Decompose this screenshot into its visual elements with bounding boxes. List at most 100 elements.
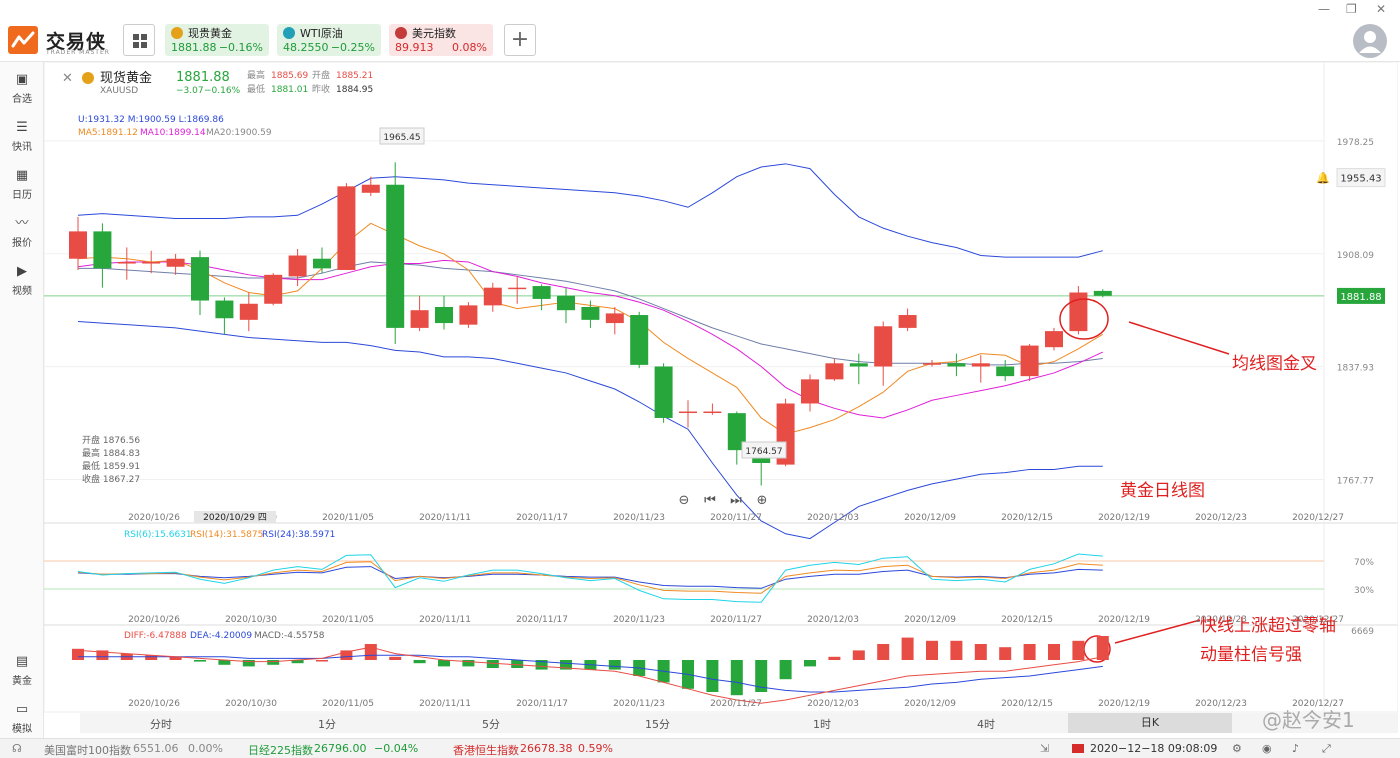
- ticker-name[interactable]: 美国富时100指数: [44, 742, 131, 758]
- macd-histogram-bar: [974, 644, 987, 660]
- candle-body: [435, 306, 453, 324]
- bookmark-icon: ▣: [15, 72, 29, 87]
- sidebar-item-label: 合选: [12, 94, 32, 105]
- macd-histogram-bar: [1023, 644, 1036, 660]
- symbol-code: XAUUSD: [100, 86, 138, 96]
- layout-grid-button[interactable]: [123, 24, 155, 56]
- macd-histogram-bar: [1072, 640, 1085, 660]
- date-tick-label: 2020/12/03: [807, 699, 859, 709]
- low-label: 最低: [247, 83, 265, 95]
- speaker-icon[interactable]: ♪: [1292, 742, 1299, 755]
- candle-body: [142, 261, 161, 264]
- tab-timeframe-daily[interactable]: 日K: [1068, 713, 1232, 733]
- price-tick-label: 1908.09: [1337, 251, 1374, 261]
- ticker-price: 1881.88: [171, 41, 217, 54]
- macd-histogram-bar: [877, 644, 890, 660]
- date-tick-label: 2020/12/23: [1195, 513, 1247, 523]
- app-logo-icon[interactable]: [8, 26, 38, 54]
- trend-icon: 〰: [15, 216, 29, 231]
- date-tick-label: 2020/11/11: [419, 513, 471, 523]
- top-bar: 交易侠 TRADER MASTER 现贵黄金 1881.88 −0.16% WTI原油…: [0, 0, 1400, 62]
- kline-chart[interactable]: 1978.25 1908.09 1837.93 1767.77 1881.88 1955.…: [43, 61, 1399, 738]
- ticker-card[interactable]: WTI原油 48.2550 −0.25%: [277, 24, 381, 56]
- china-flag-icon: [1072, 744, 1084, 753]
- price-tick-label: 1767.77: [1337, 476, 1374, 486]
- candle-body: [264, 274, 283, 304]
- candle-body: [849, 363, 868, 367]
- close-window-button[interactable]: ✕: [1376, 2, 1386, 16]
- current-price-label: 1881.88: [1340, 292, 1381, 303]
- candle-body: [361, 184, 380, 193]
- sidebar-item-video[interactable]: ▶ 视频: [0, 264, 44, 297]
- sidebar-item-calendar[interactable]: ▦ 日历: [0, 168, 44, 201]
- symbol-name: 现货黄金: [100, 70, 152, 86]
- macd-histogram-bar: [779, 660, 792, 680]
- forward-icon[interactable]: ⏭: [730, 493, 742, 508]
- macd-histogram-bar: [852, 650, 865, 660]
- minimize-button[interactable]: —: [1318, 2, 1330, 16]
- sidebar-item-simulate[interactable]: ▭ 模拟: [0, 702, 44, 735]
- date-tick-label: 2020/12/19: [1098, 615, 1150, 625]
- user-avatar[interactable]: [1353, 24, 1387, 58]
- ticker-icon: [171, 27, 183, 39]
- headset-icon[interactable]: ☊: [12, 742, 22, 755]
- network-icon: ⇲: [1040, 742, 1050, 755]
- macd-histogram-bar: [438, 660, 450, 667]
- date-tick-label: 2020/12/15: [1001, 615, 1053, 625]
- tab-timeframe-intraday[interactable]: 分时: [150, 716, 172, 732]
- rewind-icon[interactable]: ⏮: [704, 493, 716, 508]
- ohlc-open: 开盘 1876.56: [82, 434, 140, 446]
- date-tick-label: 2020/12/27: [1292, 513, 1344, 523]
- macd-histogram-bar: [999, 647, 1012, 660]
- date-tick-label: 2020/11/27: [710, 699, 762, 709]
- sidebar-item-quotes[interactable]: 〰报价: [0, 216, 44, 249]
- ticker-value: 26796.00: [314, 742, 367, 755]
- annotation-macd-note-2: 动量柱信号强: [1200, 645, 1302, 665]
- sidebar-item-label: 报价: [12, 238, 32, 249]
- fullscreen-icon[interactable]: ⤢: [1322, 742, 1331, 756]
- ticker-name[interactable]: 日经225指数: [248, 742, 313, 758]
- sidebar-item-news[interactable]: ☰ 快讯: [0, 120, 44, 153]
- macd-histogram-bar: [316, 660, 328, 662]
- camera-icon[interactable]: ◉: [1262, 742, 1272, 755]
- zoom-out-icon[interactable]: ⊖: [679, 493, 690, 508]
- ticker-value: 26678.38: [520, 742, 573, 755]
- tab-timeframe-15min[interactable]: 15分: [645, 716, 670, 732]
- ticker-name[interactable]: 香港恒生指数: [453, 742, 519, 758]
- tab-timeframe-4h[interactable]: 4时: [977, 716, 995, 732]
- restore-button[interactable]: ❐: [1346, 2, 1357, 16]
- ticker-change: −0.16%: [218, 41, 263, 54]
- candle-body: [1020, 345, 1039, 377]
- candle-body: [947, 363, 966, 367]
- date-tick-label: 2020/11/23: [613, 513, 665, 523]
- open-label: 开盘: [312, 69, 330, 81]
- tab-timeframe-1min[interactable]: 1分: [318, 716, 336, 732]
- tab-timeframe-5min[interactable]: 5分: [482, 716, 500, 732]
- candle-body: [605, 313, 624, 324]
- ticker-name: 美元指数: [412, 27, 456, 40]
- sidebar-item-watchlist[interactable]: ▣ 合选: [0, 72, 44, 105]
- header-price: 1881.88: [176, 70, 230, 85]
- add-ticker-button[interactable]: +: [504, 24, 536, 56]
- date-tick-label: 2020/11/11: [419, 699, 471, 709]
- sidebar-item-gold[interactable]: ▤ 黄金: [0, 654, 44, 687]
- tools-icon[interactable]: ⚙: [1232, 742, 1242, 755]
- ticker-card[interactable]: 现贵黄金 1881.88 −0.16%: [165, 24, 269, 56]
- date-tick-label: 2020/12/03: [807, 513, 859, 523]
- chart-area[interactable]: 1978.25 1908.09 1837.93 1767.77 1881.88 1955.…: [43, 61, 1399, 738]
- candle-body: [654, 366, 673, 418]
- macd-tick-label: 6669: [1351, 627, 1374, 637]
- price-tick-label: 1978.25: [1337, 138, 1374, 148]
- macd-histogram-bar: [804, 660, 816, 667]
- candle-body: [703, 411, 722, 414]
- close-chart-icon: ✕: [62, 71, 73, 86]
- macd-histogram-bar: [389, 656, 402, 660]
- ticker-card[interactable]: 美元指数 89.913 0.08%: [389, 24, 493, 56]
- date-tick-label: 2020/11/23: [613, 615, 665, 625]
- rsi6-legend: RSI(6):15.6631: [124, 530, 192, 540]
- date-tick-label: 2020/11/11: [419, 615, 471, 625]
- candle-body: [313, 258, 331, 269]
- tab-timeframe-1h[interactable]: 1时: [813, 716, 831, 732]
- zoom-in-icon[interactable]: ⊕: [757, 493, 768, 508]
- high-label: 最高: [247, 69, 265, 81]
